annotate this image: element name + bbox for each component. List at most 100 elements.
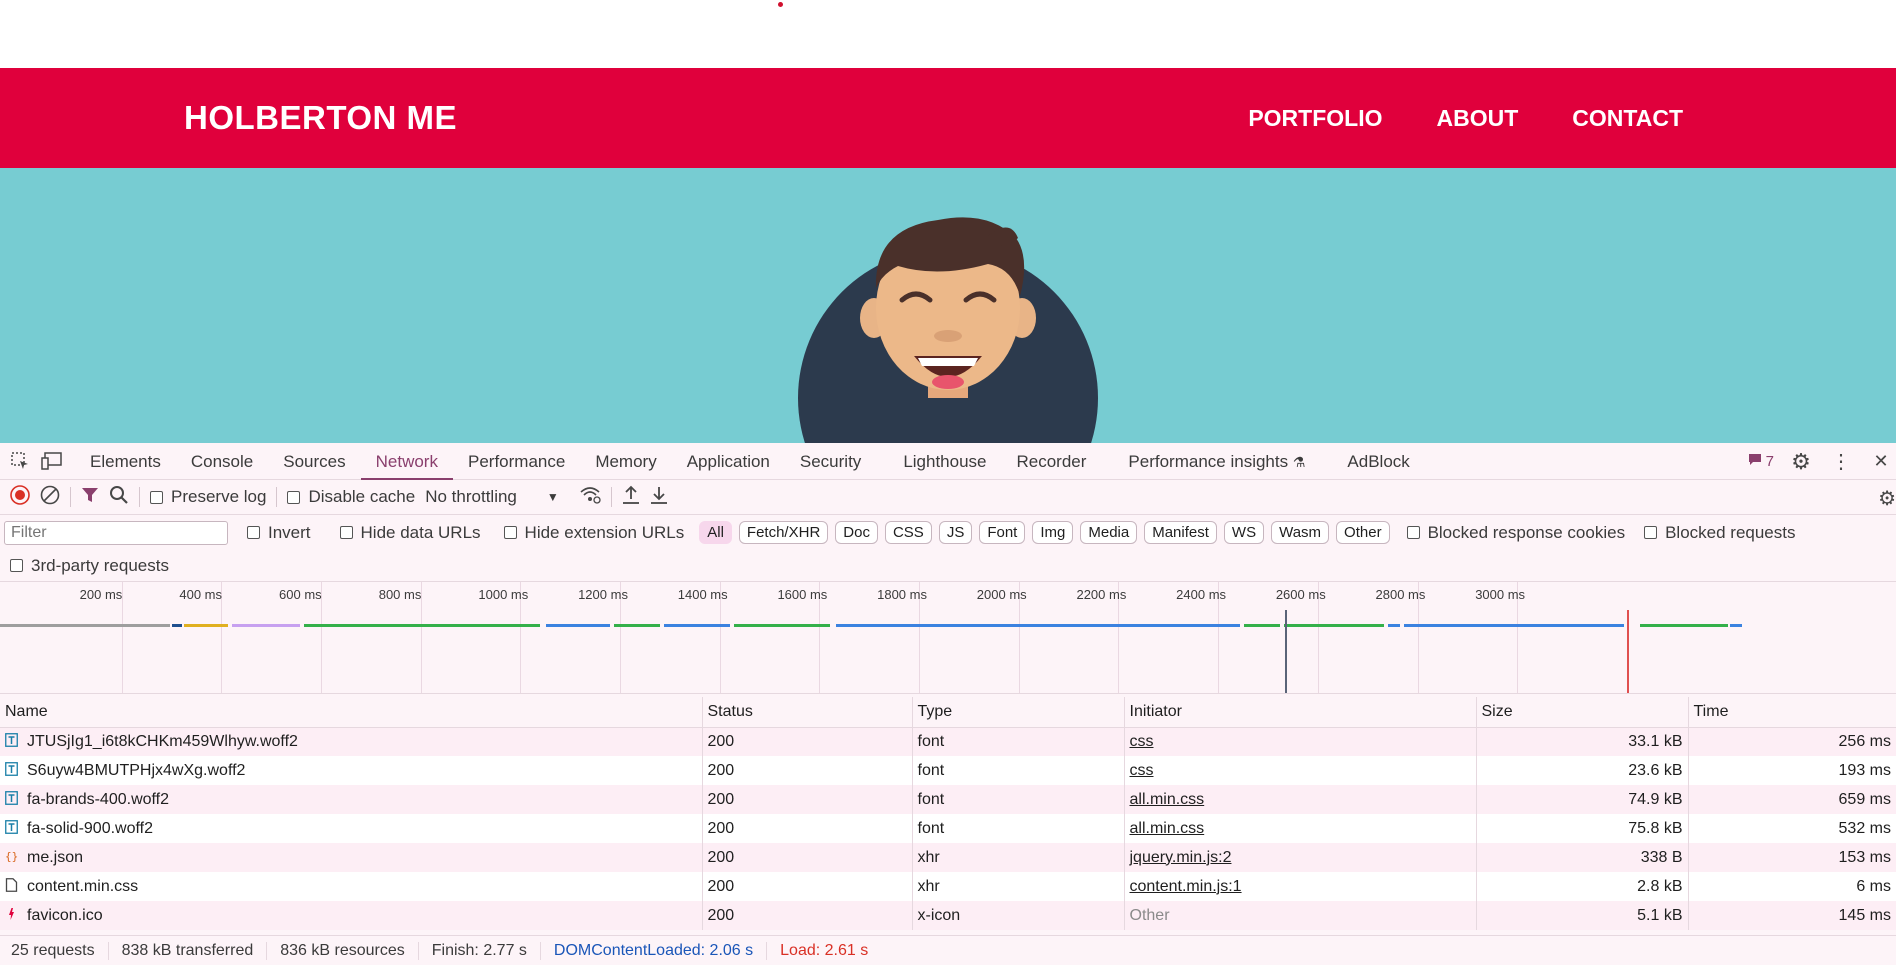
- cell-initiator[interactable]: jquery.min.js:2: [1124, 843, 1477, 872]
- filter-type-media[interactable]: Media: [1080, 521, 1138, 544]
- network-overview-timeline[interactable]: 200 ms 400 ms 600 ms 800 ms 1000 ms 1200 ms 14…: [0, 582, 1896, 694]
- tab-performance-insights[interactable]: Performance insights ⚗: [1113, 443, 1320, 480]
- table-row[interactable]: content.min.css 200 xhr content.min.js:1 2.8…: [0, 872, 1896, 901]
- cell-name[interactable]: JTUSjIg1_i6t8kCHKm459Wlhyw.woff2: [0, 727, 703, 756]
- inspect-element-icon[interactable]: [7, 448, 33, 474]
- tab-performance[interactable]: Performance: [453, 443, 580, 480]
- cell-initiator[interactable]: css: [1124, 727, 1477, 756]
- initiator-link[interactable]: all.min.css: [1130, 820, 1205, 837]
- nav-about[interactable]: ABOUT: [1436, 105, 1518, 132]
- stop-recording-icon[interactable]: [10, 484, 30, 510]
- initiator-link[interactable]: all.min.css: [1130, 791, 1205, 808]
- site-logo[interactable]: HOLBERTON ME: [184, 99, 457, 137]
- column-header-size[interactable]: Size: [1476, 697, 1689, 728]
- timeline-tick-label: 1600 ms: [777, 587, 828, 602]
- tab-memory[interactable]: Memory: [580, 443, 671, 480]
- close-devtools-icon[interactable]: ✕: [1868, 449, 1894, 475]
- filter-icon[interactable]: [81, 486, 99, 509]
- filter-type-css[interactable]: CSS: [884, 521, 932, 544]
- tab-lighthouse[interactable]: Lighthouse: [888, 443, 1001, 480]
- filter-type-all[interactable]: All: [699, 521, 732, 544]
- third-party-row: 3rd-party requests: [0, 550, 1896, 582]
- table-row[interactable]: S6uyw4BMUTPHjx4wXg.woff2 200 font css 23.6 k…: [0, 756, 1896, 785]
- clear-icon[interactable]: [40, 485, 60, 510]
- column-header-type[interactable]: Type: [912, 697, 1125, 728]
- filter-type-manifest[interactable]: Manifest: [1144, 521, 1217, 544]
- device-toolbar-icon[interactable]: [39, 448, 65, 474]
- column-header-status[interactable]: Status: [702, 697, 913, 728]
- cell-name[interactable]: S6uyw4BMUTPHjx4wXg.woff2: [0, 756, 703, 785]
- network-conditions-icon[interactable]: [579, 486, 601, 509]
- filter-input[interactable]: [4, 520, 228, 545]
- initiator-link[interactable]: css: [1130, 733, 1154, 750]
- nav-portfolio[interactable]: PORTFOLIO: [1248, 105, 1382, 132]
- tab-recorder[interactable]: Recorder: [1002, 443, 1102, 480]
- invert-box[interactable]: [247, 526, 260, 539]
- third-party-box[interactable]: [10, 559, 23, 572]
- blocked-requests-box[interactable]: [1644, 526, 1658, 539]
- invert-checkbox[interactable]: Invert: [247, 523, 311, 543]
- column-header-time[interactable]: Time: [1688, 697, 1896, 728]
- table-row[interactable]: JTUSjIg1_i6t8kCHKm459Wlhyw.woff2 200 font c…: [0, 727, 1896, 756]
- hide-data-urls-box[interactable]: [339, 526, 353, 539]
- tab-elements[interactable]: Elements: [75, 443, 176, 480]
- preserve-log-box[interactable]: [150, 490, 163, 504]
- filter-type-wasm[interactable]: Wasm: [1271, 521, 1330, 544]
- filter-type-img[interactable]: Img: [1032, 521, 1074, 544]
- blocked-response-cookies-box[interactable]: [1406, 526, 1420, 539]
- filter-type-doc[interactable]: Doc: [835, 521, 878, 544]
- cell-initiator[interactable]: all.min.css: [1124, 814, 1477, 843]
- hide-extension-urls-box[interactable]: [503, 526, 517, 539]
- table-row[interactable]: favicon.ico 200 x-icon Other 5.1 kB 145 ms: [0, 901, 1896, 930]
- filter-type-ws[interactable]: WS: [1223, 521, 1265, 544]
- blocked-requests-checkbox[interactable]: Blocked requests: [1644, 523, 1795, 543]
- cell-initiator[interactable]: css: [1124, 756, 1477, 785]
- svg-text:{}: {}: [5, 850, 18, 863]
- preserve-log-checkbox[interactable]: Preserve log: [150, 487, 266, 507]
- tab-adblock[interactable]: AdBlock: [1332, 443, 1424, 480]
- disable-cache-checkbox[interactable]: Disable cache: [287, 487, 415, 507]
- more-options-icon[interactable]: ⋮: [1828, 449, 1854, 475]
- search-icon[interactable]: [109, 485, 129, 510]
- filter-type-fetch-xhr[interactable]: Fetch/XHR: [738, 521, 829, 544]
- initiator-link[interactable]: jquery.min.js:2: [1130, 849, 1232, 866]
- tab-application[interactable]: Application: [672, 443, 785, 480]
- hide-extension-urls-checkbox[interactable]: Hide extension URLs: [503, 523, 684, 543]
- cell-name[interactable]: fa-brands-400.woff2: [0, 785, 703, 814]
- column-header-initiator[interactable]: Initiator: [1124, 697, 1477, 728]
- disable-cache-box[interactable]: [287, 490, 301, 504]
- import-har-icon[interactable]: [622, 485, 640, 510]
- cell-name[interactable]: content.min.css: [0, 872, 703, 901]
- filter-type-other[interactable]: Other: [1336, 521, 1390, 544]
- cell-name[interactable]: favicon.ico: [0, 901, 703, 930]
- status-transferred: 838 kB transferred: [109, 941, 268, 960]
- cell-initiator[interactable]: content.min.js:1: [1124, 872, 1477, 901]
- initiator-link[interactable]: css: [1130, 762, 1154, 779]
- font-file-icon: [5, 790, 18, 805]
- table-row[interactable]: fa-solid-900.woff2 200 font all.min.css 75.8…: [0, 814, 1896, 843]
- timeline-activity-bar: [546, 624, 610, 627]
- throttling-select[interactable]: No throttling ▼: [425, 487, 559, 507]
- third-party-checkbox[interactable]: 3rd-party requests: [10, 556, 169, 576]
- column-header-name[interactable]: Name: [0, 697, 703, 728]
- issues-counter[interactable]: 7: [1748, 453, 1774, 470]
- export-har-icon[interactable]: [650, 485, 668, 510]
- cell-name[interactable]: {} me.json: [0, 843, 703, 872]
- filter-type-font[interactable]: Font: [979, 521, 1026, 544]
- tab-security[interactable]: Security: [785, 443, 876, 480]
- cell-initiator[interactable]: all.min.css: [1124, 785, 1477, 814]
- blocked-response-cookies-checkbox[interactable]: Blocked response cookies: [1406, 523, 1625, 543]
- nav-contact[interactable]: CONTACT: [1572, 105, 1683, 132]
- table-row[interactable]: {} me.json 200 xhr jquery.min.js:2 338 B 153 m…: [0, 843, 1896, 872]
- filter-type-js[interactable]: JS: [938, 521, 973, 544]
- hide-data-urls-checkbox[interactable]: Hide data URLs: [339, 523, 481, 543]
- settings-gear-icon[interactable]: ⚙: [1788, 449, 1814, 475]
- network-settings-gear-icon[interactable]: ⚙: [1878, 486, 1896, 511]
- tab-network[interactable]: Network: [360, 443, 453, 480]
- table-row[interactable]: fa-brands-400.woff2 200 font all.min.css 74.…: [0, 785, 1896, 814]
- cell-name[interactable]: fa-solid-900.woff2: [0, 814, 703, 843]
- cell-type: font: [912, 785, 1125, 814]
- tab-sources[interactable]: Sources: [268, 443, 360, 480]
- initiator-link[interactable]: content.min.js:1: [1130, 878, 1242, 895]
- tab-console[interactable]: Console: [176, 443, 268, 480]
